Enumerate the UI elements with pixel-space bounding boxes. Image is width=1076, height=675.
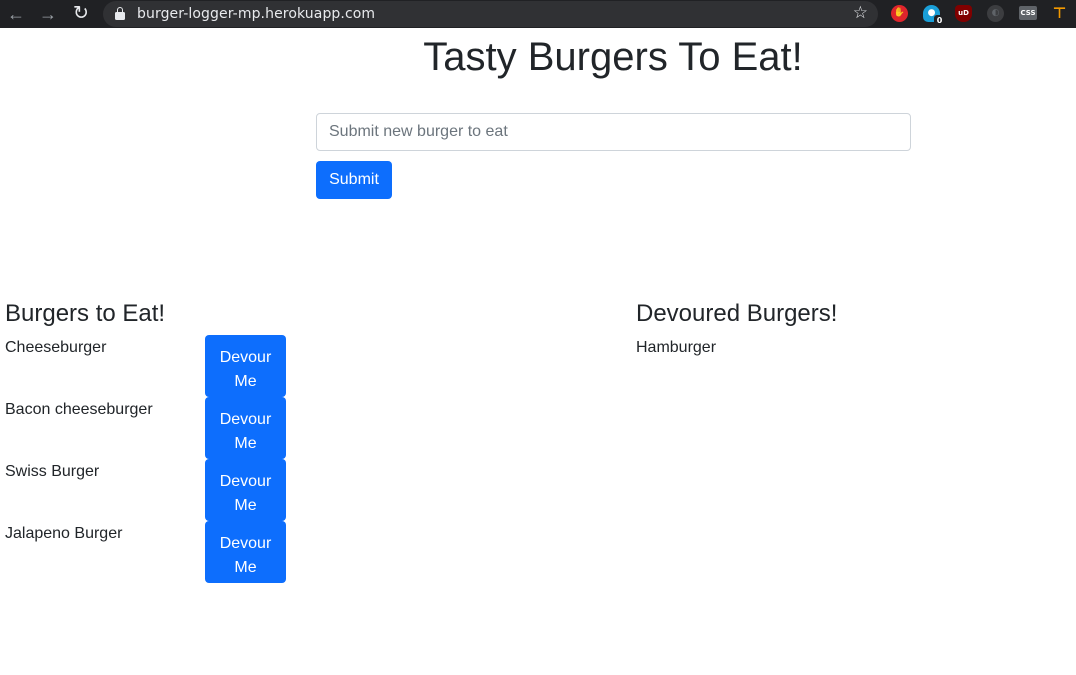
reload-icon[interactable]: ↻ <box>70 3 92 25</box>
extension-circle-icon[interactable]: ◐ <box>987 5 1004 22</box>
new-burger-input[interactable] <box>316 113 911 151</box>
burger-name: Swiss Burger <box>5 463 100 480</box>
devour-me-button[interactable]: Devour Me <box>205 335 286 397</box>
ghostery-extension-icon[interactable]: ● 0 <box>923 5 945 26</box>
devour-me-button[interactable]: Devour Me <box>205 459 286 521</box>
adblock-extension-icon[interactable]: ✋ <box>891 5 908 22</box>
burger-row: Cheeseburger Devour Me <box>5 335 295 397</box>
extension-badge: 0 <box>934 15 945 26</box>
page-title: Tasty Burgers To Eat! <box>423 35 803 79</box>
pin-extension-icon[interactable]: ⊤ <box>1051 5 1068 22</box>
forward-arrow-icon[interactable]: → <box>37 3 59 25</box>
back-arrow-icon[interactable]: ← <box>5 3 27 25</box>
ublock-extension-icon[interactable]: uD <box>955 5 972 22</box>
lock-icon <box>115 7 125 20</box>
devour-me-button[interactable]: Devour Me <box>205 397 286 459</box>
burger-row: Swiss Burger Devour Me <box>5 459 295 521</box>
devour-me-button[interactable]: Devour Me <box>205 521 286 583</box>
url-text[interactable]: burger-logger-mp.herokuapp.com <box>137 6 375 22</box>
css-extension-icon[interactable]: CSS <box>1019 6 1037 20</box>
burger-name: Jalapeno Burger <box>5 525 123 542</box>
devoured-burgers-heading: Devoured Burgers! <box>636 300 838 327</box>
burger-row: Jalapeno Burger Devour Me <box>5 521 295 583</box>
submit-button[interactable]: Submit <box>316 161 392 199</box>
burgers-to-eat-heading: Burgers to Eat! <box>5 300 166 327</box>
bookmark-star-icon[interactable]: ☆ <box>853 3 868 23</box>
burger-name: Bacon cheeseburger <box>5 401 153 418</box>
devoured-burger-item: Hamburger <box>636 339 717 356</box>
burger-row: Bacon cheeseburger Devour Me <box>5 397 295 459</box>
browser-toolbar: ← → ↻ burger-logger-mp.herokuapp.com ☆ ✋… <box>0 0 1076 28</box>
address-bar[interactable]: burger-logger-mp.herokuapp.com ☆ <box>103 1 878 27</box>
burger-name: Cheeseburger <box>5 339 107 356</box>
